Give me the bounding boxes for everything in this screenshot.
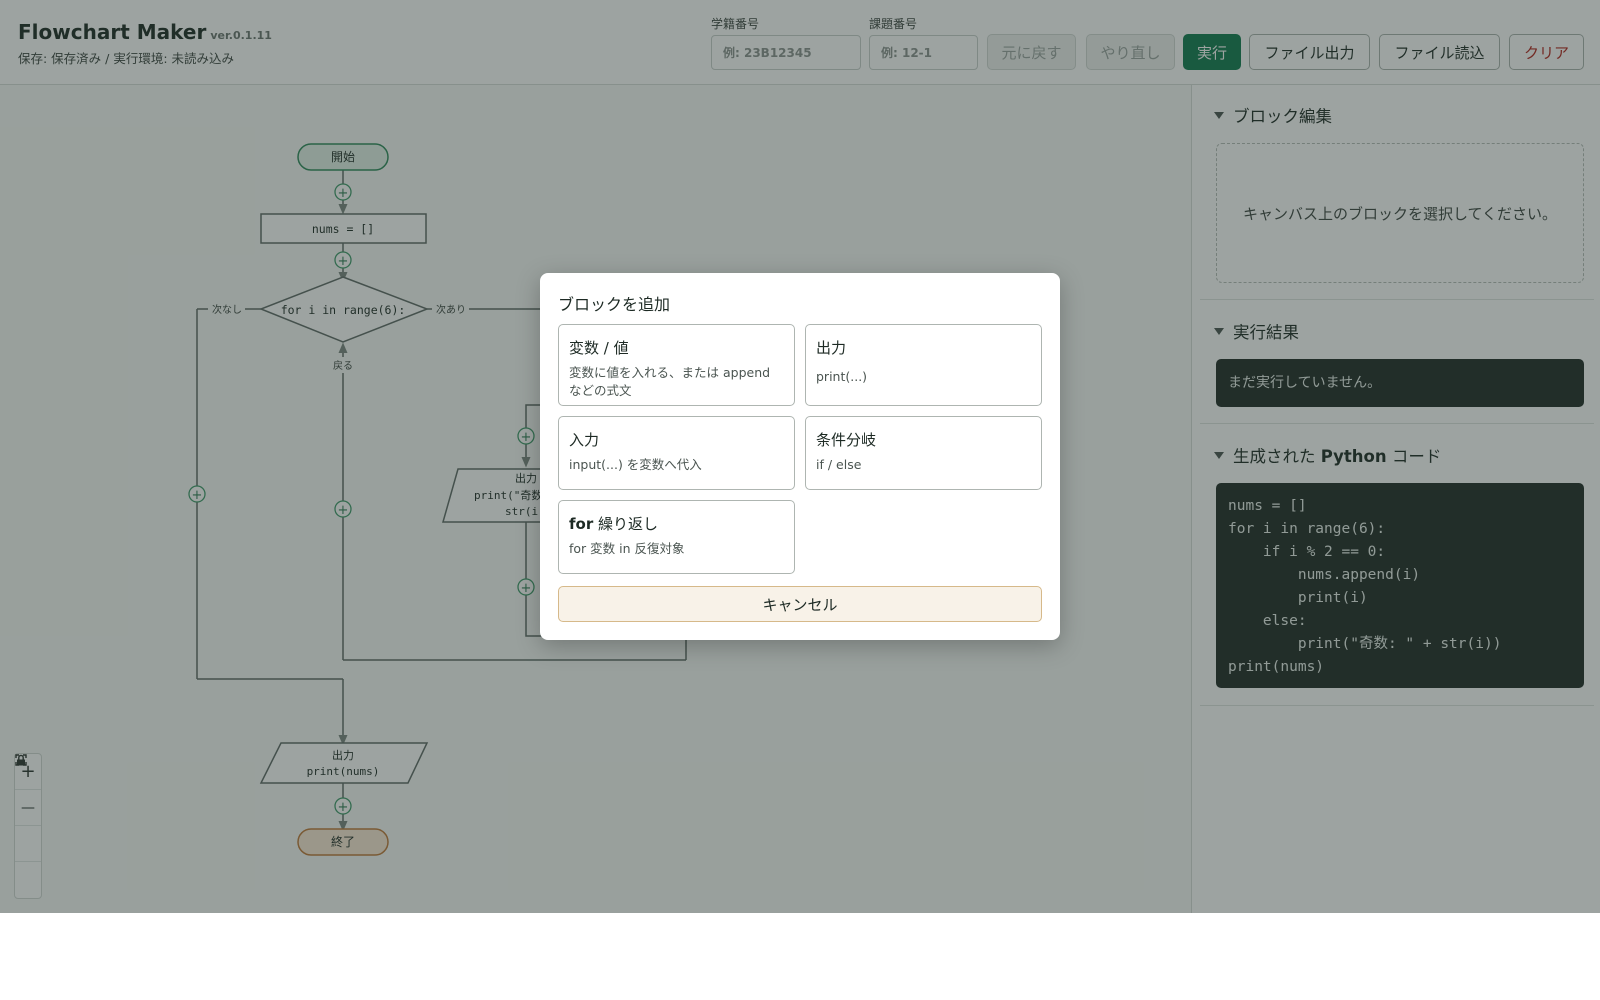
option-output[interactable]: 出力 print(...)	[805, 324, 1042, 406]
option-for[interactable]: for 繰り返し for 変数 in 反復対象	[558, 500, 795, 574]
option-if[interactable]: 条件分岐 if / else	[805, 416, 1042, 490]
cancel-button[interactable]: キャンセル	[558, 586, 1042, 622]
option-desc: input(...) を変数へ代入	[569, 457, 702, 472]
app-root: Flowchart Maker ver.0.1.11 保存: 保存済み / 実行環…	[0, 0, 1600, 913]
option-input[interactable]: 入力 input(...) を変数へ代入	[558, 416, 795, 490]
option-title: 出力	[816, 339, 847, 357]
modal-title: ブロックを追加	[558, 295, 671, 314]
option-variable[interactable]: 変数 / 値 変数に値を入れる、または append などの式文	[558, 324, 795, 406]
option-title: 条件分岐	[816, 431, 877, 449]
option-desc: for 変数 in 反復対象	[569, 541, 685, 556]
option-title: for 繰り返し	[569, 515, 659, 533]
option-desc: 変数に値を入れる、または append などの式文	[569, 365, 771, 398]
option-title: 変数 / 値	[569, 339, 629, 357]
add-block-modal: ブロックを追加 変数 / 値 変数に値を入れる、または append などの式文…	[540, 273, 1060, 640]
option-desc: if / else	[816, 457, 862, 472]
option-desc: print(...)	[816, 369, 868, 384]
option-title: 入力	[569, 431, 600, 449]
